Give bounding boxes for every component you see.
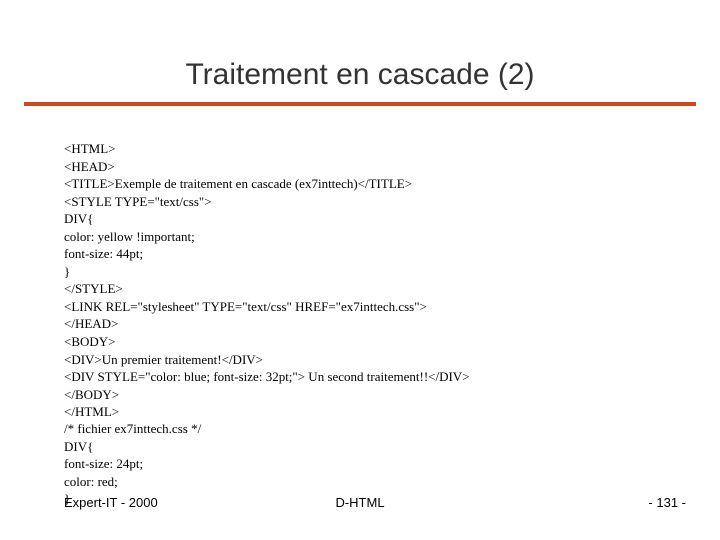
- title-divider: [24, 102, 696, 106]
- footer-right: - 131 -: [648, 495, 686, 510]
- code-block-html: <HTML> <HEAD> <TITLE>Exemple de traiteme…: [64, 140, 470, 421]
- footer-center: D-HTML: [0, 495, 720, 510]
- slide: Traitement en cascade (2) <HTML> <HEAD> …: [0, 0, 720, 540]
- page-title: Traitement en cascade (2): [0, 0, 720, 102]
